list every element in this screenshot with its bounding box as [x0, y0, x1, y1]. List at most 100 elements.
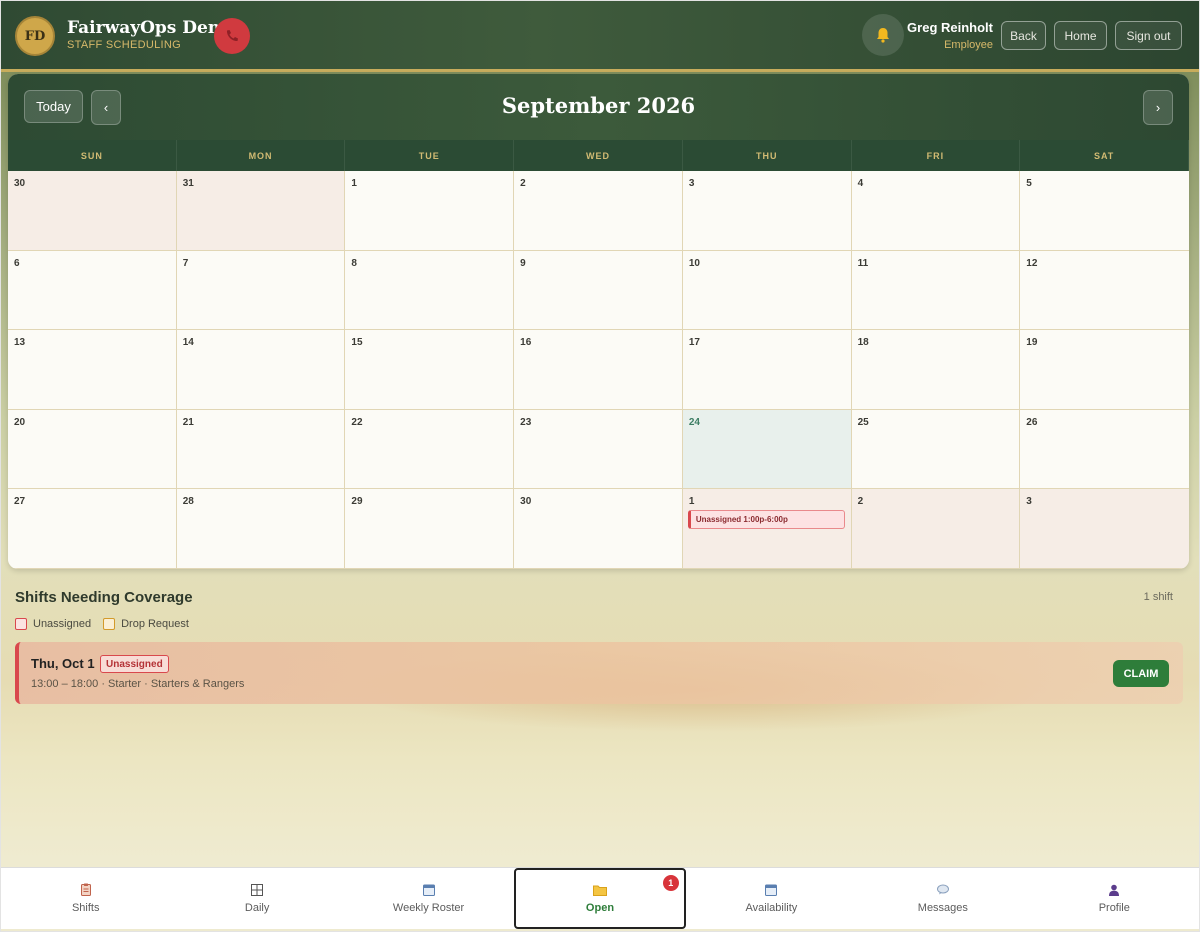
- claim-button[interactable]: CLAIM: [1113, 660, 1169, 687]
- day-number: 5: [1026, 178, 1032, 189]
- calendar-day[interactable]: 8: [345, 250, 515, 331]
- day-number: 30: [14, 178, 26, 189]
- clipboard-icon: [80, 883, 92, 896]
- day-number: 15: [351, 337, 363, 349]
- calendar-day[interactable]: 27: [8, 489, 177, 569]
- phone-button[interactable]: [214, 18, 250, 54]
- day-number: 8: [351, 257, 357, 269]
- phone-icon: [226, 30, 238, 42]
- calendar-day[interactable]: 17: [682, 330, 852, 410]
- chat-bubble-icon: [936, 883, 949, 896]
- calendar-day[interactable]: 11: [851, 250, 1021, 331]
- day-number: 9: [520, 257, 526, 269]
- calendar-day[interactable]: 30: [8, 171, 177, 251]
- calendar-day-today[interactable]: 24: [682, 409, 852, 490]
- calendar-day[interactable]: 2: [514, 171, 683, 251]
- logo: FD: [15, 16, 55, 56]
- day-number: 10: [688, 257, 700, 269]
- calendar-day[interactable]: 6: [8, 250, 177, 331]
- nav-label: Open: [585, 902, 615, 914]
- weekday-label: SAT: [1020, 140, 1189, 171]
- grid-icon: [251, 883, 264, 896]
- calendar-day[interactable]: 14: [176, 330, 346, 410]
- day-number: 1: [351, 178, 357, 189]
- calendar-day[interactable]: 19: [1020, 330, 1189, 410]
- calendar-day[interactable]: 29: [345, 489, 515, 569]
- calendar-day[interactable]: 2: [851, 489, 1021, 569]
- calendar-day[interactable]: 25: [851, 409, 1021, 490]
- coverage-title: Shifts Needing Coverage: [15, 589, 193, 606]
- day-number: 21: [182, 416, 194, 428]
- day-number: 28: [182, 496, 194, 508]
- weekday-label: THU: [683, 140, 852, 171]
- nav-item-profile[interactable]: Profile: [1029, 868, 1200, 929]
- nav-item-messages[interactable]: Messages: [857, 868, 1028, 929]
- day-number: 24: [688, 416, 700, 428]
- calendar-day[interactable]: 28: [176, 489, 346, 569]
- calendar-day[interactable]: 22: [345, 409, 515, 490]
- calendar-header: Today ‹ September 2026 ›: [8, 74, 1189, 140]
- person-icon: [1108, 883, 1120, 896]
- nav-label: Daily: [244, 902, 270, 914]
- calendar-day[interactable]: 1: [345, 171, 515, 251]
- calendar-event-chip[interactable]: Unassigned 1:00p-6:00p: [687, 510, 845, 530]
- weekday-label: TUE: [345, 140, 515, 171]
- weekday-label: WED: [514, 140, 683, 171]
- legend-label: Drop Request: [121, 618, 189, 630]
- open-count-badge: 1: [662, 875, 679, 891]
- day-number: 26: [1026, 416, 1038, 428]
- calendar-day[interactable]: 3: [1020, 489, 1189, 569]
- weekday-label: MON: [177, 140, 346, 171]
- day-number: 19: [1026, 337, 1038, 349]
- nav-item-shifts[interactable]: Shifts: [0, 868, 171, 929]
- day-number: 31: [182, 178, 194, 189]
- bottom-nav: Shifts Daily Weekly Roster Open 1 Availa…: [0, 867, 1200, 929]
- day-number: 1: [688, 496, 695, 508]
- calendar-day[interactable]: 3: [682, 171, 852, 251]
- home-button[interactable]: Home: [1054, 21, 1107, 50]
- calendar-day[interactable]: 7: [176, 250, 346, 331]
- app-title: FairwayOps Demo: [67, 18, 238, 38]
- nav-item-availability[interactable]: Availability: [686, 868, 857, 929]
- calendar-day[interactable]: 12: [1020, 250, 1189, 331]
- calendar-day[interactable]: 9: [514, 250, 683, 331]
- calendar-day[interactable]: 18: [851, 330, 1021, 410]
- legend-item-drop-request: Drop Request: [103, 618, 189, 630]
- calendar-day[interactable]: 26: [1020, 409, 1189, 490]
- calendar-day[interactable]: 4: [851, 171, 1021, 251]
- legend-label: Unassigned: [33, 618, 92, 630]
- calendar-day[interactable]: 5: [1020, 171, 1189, 251]
- calendar-day[interactable]: 23: [514, 409, 683, 490]
- day-number: 4: [857, 178, 864, 189]
- calendar-day[interactable]: 15: [345, 330, 515, 410]
- sign-out-button[interactable]: Sign out: [1115, 21, 1182, 50]
- calendar-day[interactable]: 13: [8, 330, 177, 410]
- calendar-day[interactable]: 21: [176, 409, 346, 490]
- day-number: 11: [857, 257, 869, 269]
- day-number: 13: [14, 337, 26, 349]
- back-button[interactable]: Back: [1001, 21, 1046, 50]
- day-number: 2: [857, 496, 864, 508]
- nav-item-weekly-roster[interactable]: Weekly Roster: [343, 868, 514, 929]
- day-number: 27: [14, 496, 26, 508]
- folder-icon: [592, 883, 607, 896]
- nav-label: Messages: [917, 902, 968, 914]
- calendar-day[interactable]: 10: [682, 250, 852, 331]
- calendar-day[interactable]: 20: [8, 409, 177, 490]
- calendar-day[interactable]: 30: [514, 489, 683, 569]
- nav-item-daily[interactable]: Daily: [171, 868, 342, 929]
- calendar-icon: [422, 883, 435, 896]
- bell-icon: [877, 28, 889, 43]
- calendar-day[interactable]: 1 Unassigned 1:00p-6:00p: [682, 489, 852, 569]
- day-number: 22: [351, 416, 363, 428]
- shift-detail: 13:00 – 18:00 · Starter · Starters & Ran…: [31, 678, 245, 690]
- nav-label: Weekly Roster: [392, 902, 465, 914]
- notifications-button[interactable]: [862, 14, 904, 56]
- coverage-legend: Unassigned Drop Request: [15, 618, 189, 630]
- open-shift-card[interactable]: Thu, Oct 1 Unassigned 13:00 – 18:00 · St…: [15, 642, 1183, 704]
- weekday-label: SUN: [8, 140, 177, 171]
- nav-item-open[interactable]: Open 1: [514, 868, 686, 929]
- next-month-button[interactable]: ›: [1143, 90, 1173, 125]
- calendar-day[interactable]: 31: [176, 171, 346, 251]
- calendar-day[interactable]: 16: [514, 330, 683, 410]
